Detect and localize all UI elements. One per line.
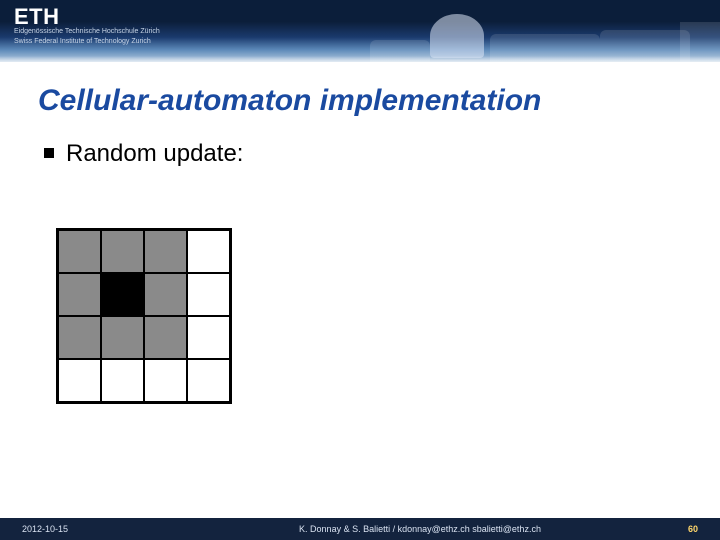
grid-cell bbox=[101, 230, 144, 273]
grid-cell bbox=[144, 273, 187, 316]
grid-cell bbox=[58, 316, 101, 359]
grid-cell bbox=[187, 316, 230, 359]
header-band: ETH Eidgenössische Technische Hochschule… bbox=[0, 0, 720, 62]
footer-page-number: 60 bbox=[660, 524, 720, 534]
decor-stripe bbox=[0, 56, 720, 62]
bullet-row: Random update: bbox=[44, 140, 243, 168]
grid-cell bbox=[101, 273, 144, 316]
grid-cell bbox=[58, 230, 101, 273]
footer-date: 2012-10-15 bbox=[0, 524, 180, 534]
grid-cell bbox=[101, 316, 144, 359]
eth-logo: ETH bbox=[14, 4, 60, 30]
bullet-text: Random update: bbox=[66, 140, 243, 168]
eth-subline-1: Eidgenössische Technische Hochschule Zür… bbox=[14, 28, 160, 35]
footer-credits: K. Donnay & S. Balietti / kdonnay@ethz.c… bbox=[180, 524, 660, 534]
grid-cell bbox=[187, 230, 230, 273]
grid-cell bbox=[144, 359, 187, 402]
bullet-marker-icon bbox=[44, 148, 54, 158]
footer-bar: 2012-10-15 K. Donnay & S. Balietti / kdo… bbox=[0, 518, 720, 540]
eth-subline-2: Swiss Federal Institute of Technology Zu… bbox=[14, 38, 151, 45]
decor-dome-icon bbox=[430, 14, 484, 58]
slide: ETH Eidgenössische Technische Hochschule… bbox=[0, 0, 720, 540]
automaton-grid bbox=[56, 228, 232, 404]
grid-cell bbox=[101, 359, 144, 402]
grid-cell bbox=[187, 273, 230, 316]
grid-cell bbox=[187, 359, 230, 402]
grid-cell bbox=[58, 273, 101, 316]
grid-cell bbox=[144, 230, 187, 273]
slide-title: Cellular-automaton implementation bbox=[38, 84, 541, 118]
grid-cell bbox=[144, 316, 187, 359]
grid-cell bbox=[58, 359, 101, 402]
